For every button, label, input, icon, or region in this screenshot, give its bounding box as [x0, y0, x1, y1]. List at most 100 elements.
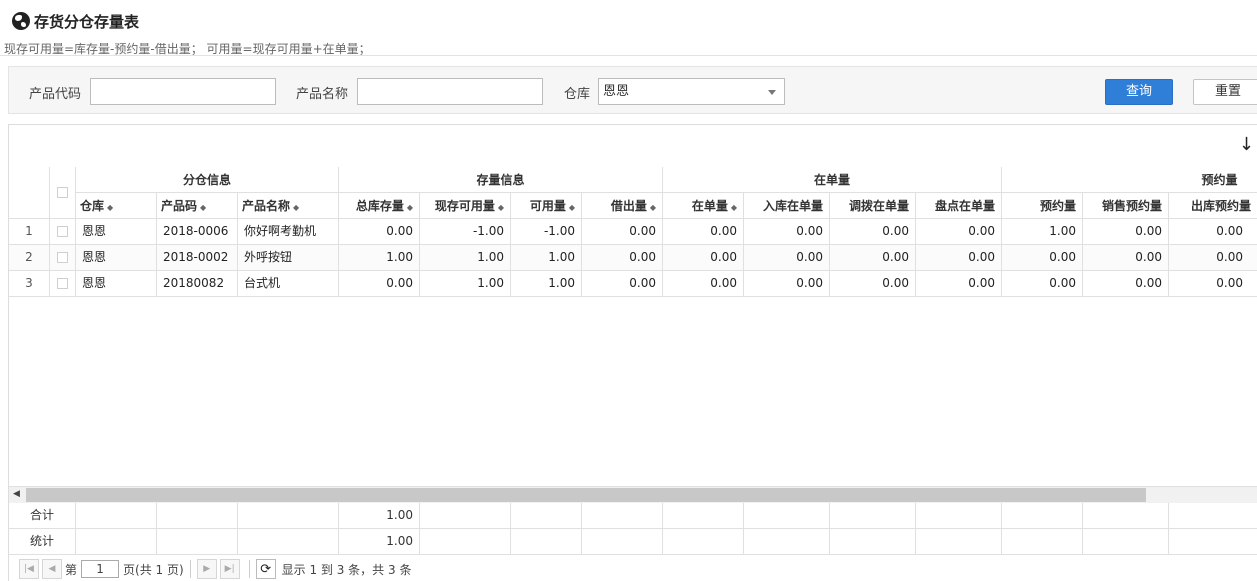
- footer-cell: [157, 503, 238, 529]
- cell-total-stock: 1.00: [339, 245, 420, 271]
- cell-transfer-in-order: 0.00: [830, 219, 916, 245]
- cell-in-order: 0.00: [663, 271, 744, 297]
- select-all-checkbox[interactable]: [57, 187, 68, 198]
- row-checkbox[interactable]: [57, 226, 68, 237]
- page-title: 存货分仓存量表: [34, 12, 140, 31]
- col-label: 借出量: [610, 199, 647, 213]
- group-warehouse-info: 分仓信息: [76, 167, 339, 193]
- product-name-input[interactable]: [357, 78, 543, 105]
- cell-product-code: 20180082: [157, 271, 238, 297]
- footer-cell: [1169, 529, 1257, 555]
- next-page-icon[interactable]: ▶: [196, 559, 217, 579]
- rownum-header: [9, 167, 50, 219]
- title-bar: 存货分仓存量表: [12, 10, 139, 32]
- row-checkbox[interactable]: [57, 278, 68, 289]
- sort-icon: ◆: [568, 203, 575, 212]
- cell-stocktake-in-order: 0.00: [916, 271, 1002, 297]
- cell-current-available: 1.00: [420, 271, 511, 297]
- scroll-thumb[interactable]: [26, 488, 1146, 502]
- pagination: |◀ ◀ 第 1 页(共 1 页) ▶ ▶| ⟳ 显示 1 到 3 条，共 3 …: [9, 556, 1257, 581]
- cell-available: -1.00: [511, 219, 582, 245]
- query-button[interactable]: 查询: [1105, 79, 1173, 105]
- footer-cell: [1083, 529, 1169, 555]
- col-stocktake-in-order[interactable]: 盘点在单量: [916, 193, 1002, 219]
- row-select-cell: [50, 219, 76, 245]
- col-current-available[interactable]: 现存可用量 ◆: [420, 193, 511, 219]
- cell-outbound-reserved: 0.00: [1169, 219, 1257, 245]
- first-page-icon[interactable]: |◀: [19, 559, 39, 579]
- warehouse-select[interactable]: 恩恩: [598, 78, 785, 105]
- footer-cell: [420, 503, 511, 529]
- cell-warehouse: 恩恩: [76, 271, 157, 297]
- footer-cell: [76, 529, 157, 555]
- page-number-input[interactable]: 1: [81, 560, 120, 578]
- footer-cell: [511, 503, 582, 529]
- page-prefix: 第: [65, 562, 78, 577]
- download-icon[interactable]: ↓: [1239, 135, 1254, 155]
- cell-transfer-in-order: 0.00: [830, 245, 916, 271]
- cell-warehouse: 恩恩: [76, 219, 157, 245]
- prev-page-icon[interactable]: ◀: [42, 559, 62, 579]
- footer-cell: [582, 529, 663, 555]
- sort-icon: ◆: [649, 203, 656, 212]
- col-product-code[interactable]: 产品码 ◆: [157, 193, 238, 219]
- group-reserved: 预约量: [1002, 167, 1257, 193]
- cell-stocktake-in-order: 0.00: [916, 219, 1002, 245]
- footer-cell: [582, 503, 663, 529]
- product-code-label: 产品代码: [29, 87, 82, 102]
- pager-summary: 显示 1 到 3 条，共 3 条: [281, 562, 412, 577]
- cell-product-code: 2018-0006: [157, 219, 238, 245]
- sort-icon: ◆: [406, 203, 413, 212]
- col-reserved[interactable]: 预约量: [1002, 193, 1083, 219]
- cell-lent: 0.00: [582, 245, 663, 271]
- cell-lent: 0.00: [582, 271, 663, 297]
- col-label: 产品名称: [242, 199, 291, 213]
- col-total-stock[interactable]: 总库存量 ◆: [339, 193, 420, 219]
- last-page-icon[interactable]: ▶|: [219, 559, 240, 579]
- col-in-order[interactable]: 在单量 ◆: [663, 193, 744, 219]
- cell-product-name: 你好啊考勤机: [238, 219, 339, 245]
- col-available[interactable]: 可用量 ◆: [511, 193, 582, 219]
- cell-outbound-reserved: 0.00: [1169, 271, 1257, 297]
- cell-current-available: -1.00: [420, 219, 511, 245]
- col-label: 总库存量: [355, 199, 404, 213]
- col-transfer-in-order[interactable]: 调拨在单量: [830, 193, 916, 219]
- cell-stocktake-in-order: 0.00: [916, 245, 1002, 271]
- col-sales-reserved[interactable]: 销售预约量: [1083, 193, 1169, 219]
- refresh-icon[interactable]: ⟳: [255, 559, 276, 579]
- stat-stock: 1.00: [339, 529, 420, 555]
- filter-panel: 产品代码 产品名称 仓库 恩恩 查询 重置: [8, 66, 1257, 114]
- group-stock-info: 存量信息: [339, 167, 663, 193]
- col-outbound-reserved[interactable]: 出库预约量: [1169, 193, 1257, 219]
- footer-cell: [238, 503, 339, 529]
- col-inbound-in-order[interactable]: 入库在单量: [744, 193, 830, 219]
- group-in-order: 在单量: [663, 167, 1002, 193]
- col-label: 仓库: [80, 199, 105, 213]
- horizontal-scrollbar[interactable]: ◀: [9, 486, 1257, 503]
- col-lent[interactable]: 借出量 ◆: [582, 193, 663, 219]
- cell-total-stock: 0.00: [339, 219, 420, 245]
- reset-button[interactable]: 重置: [1193, 79, 1257, 105]
- cell-in-order: 0.00: [663, 245, 744, 271]
- col-label: 可用量: [529, 199, 566, 213]
- sort-icon: ◆: [730, 203, 737, 212]
- warehouse-label: 仓库: [564, 87, 591, 102]
- select-all-cell: [50, 167, 76, 219]
- col-product-name[interactable]: 产品名称 ◆: [238, 193, 339, 219]
- sort-icon: ◆: [293, 203, 300, 212]
- page-suffix: 页(共 1 页): [123, 562, 184, 577]
- footer-cell: [744, 529, 830, 555]
- footer-cell: [1002, 529, 1083, 555]
- row-checkbox[interactable]: [57, 252, 68, 263]
- footer-cell: [663, 503, 744, 529]
- cell-inbound-in-order: 0.00: [744, 219, 830, 245]
- scroll-left-icon[interactable]: ◀: [13, 489, 20, 499]
- cell-inbound-in-order: 0.00: [744, 271, 830, 297]
- footer-cell: [420, 529, 511, 555]
- col-label: 现存可用量: [434, 199, 495, 213]
- cell-outbound-reserved: 0.00: [1169, 245, 1257, 271]
- product-code-input[interactable]: [90, 78, 276, 105]
- pager-divider: [189, 560, 191, 578]
- col-warehouse[interactable]: 仓库 ◆: [76, 193, 157, 219]
- footer-cell: [663, 529, 744, 555]
